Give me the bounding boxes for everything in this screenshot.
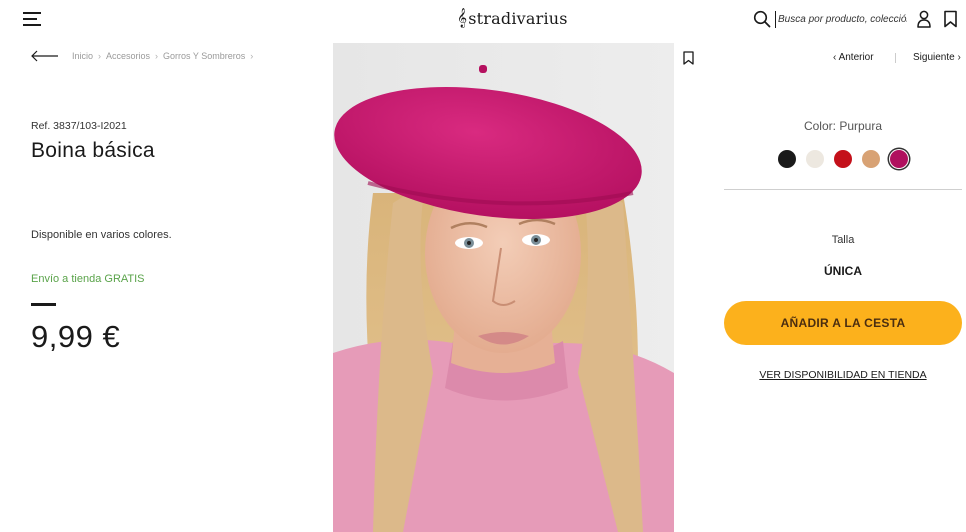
previous-product-link[interactable]: ‹ Anterior [833,52,874,63]
nav-divider [895,53,896,63]
chevron-right-icon: › [155,51,159,61]
swatch-cream[interactable] [806,150,824,168]
size-value[interactable]: ÚNICA [724,264,962,278]
chevron-right-icon: › [98,51,102,61]
header: 𝄞 stradivarius [0,0,966,40]
chevron-right-icon: › [954,52,961,63]
shipping-text: Envío a tienda GRATIS [31,273,145,285]
product-price: 9,99 € [31,319,121,354]
next-label: Siguiente [913,52,955,63]
product-photo [333,43,674,532]
product-ref: Ref. 3837/103-I2021 [31,120,127,132]
color-label: Color: Purpura [803,119,883,133]
wishlist-icon[interactable] [943,10,958,28]
swatch-camel[interactable] [862,150,880,168]
product-image[interactable] [333,43,674,532]
swatch-red[interactable] [834,150,852,168]
price-divider [31,303,56,306]
breadcrumb: Inicio › Accesorios › Gorros Y Sombreros › [72,51,258,61]
breadcrumb-inicio[interactable]: Inicio [72,51,93,61]
next-product-link[interactable]: Siguiente › [913,52,961,63]
store-availability-link[interactable]: VER DISPONIBILIDAD EN TIENDA [724,369,962,381]
search-icon[interactable] [753,10,771,28]
add-to-cart-button[interactable]: AÑADIR A LA CESTA [724,301,962,345]
breadcrumb-accesorios[interactable]: Accesorios [106,51,150,61]
save-bookmark-icon[interactable] [683,51,694,65]
size-label: Talla [831,234,855,246]
chevron-right-icon: › [250,51,254,61]
back-arrow-icon[interactable] [31,50,59,62]
previous-label: Anterior [838,52,874,63]
search-input[interactable] [775,11,907,28]
swatch-black[interactable] [778,150,796,168]
section-divider [724,189,962,190]
color-swatches [778,150,908,168]
breadcrumb-gorros[interactable]: Gorros Y Sombreros [163,51,245,61]
brand-mark: 𝄞 [457,8,468,28]
product-title: Boina básica [31,139,155,162]
menu-icon[interactable] [23,11,41,27]
user-icon[interactable] [916,10,932,28]
availability-text: Disponible en varios colores. [31,229,172,241]
brand-logo[interactable]: 𝄞 stradivarius [457,8,568,28]
swatch-purple[interactable] [890,150,908,168]
brand-name: stradivarius [468,8,568,28]
